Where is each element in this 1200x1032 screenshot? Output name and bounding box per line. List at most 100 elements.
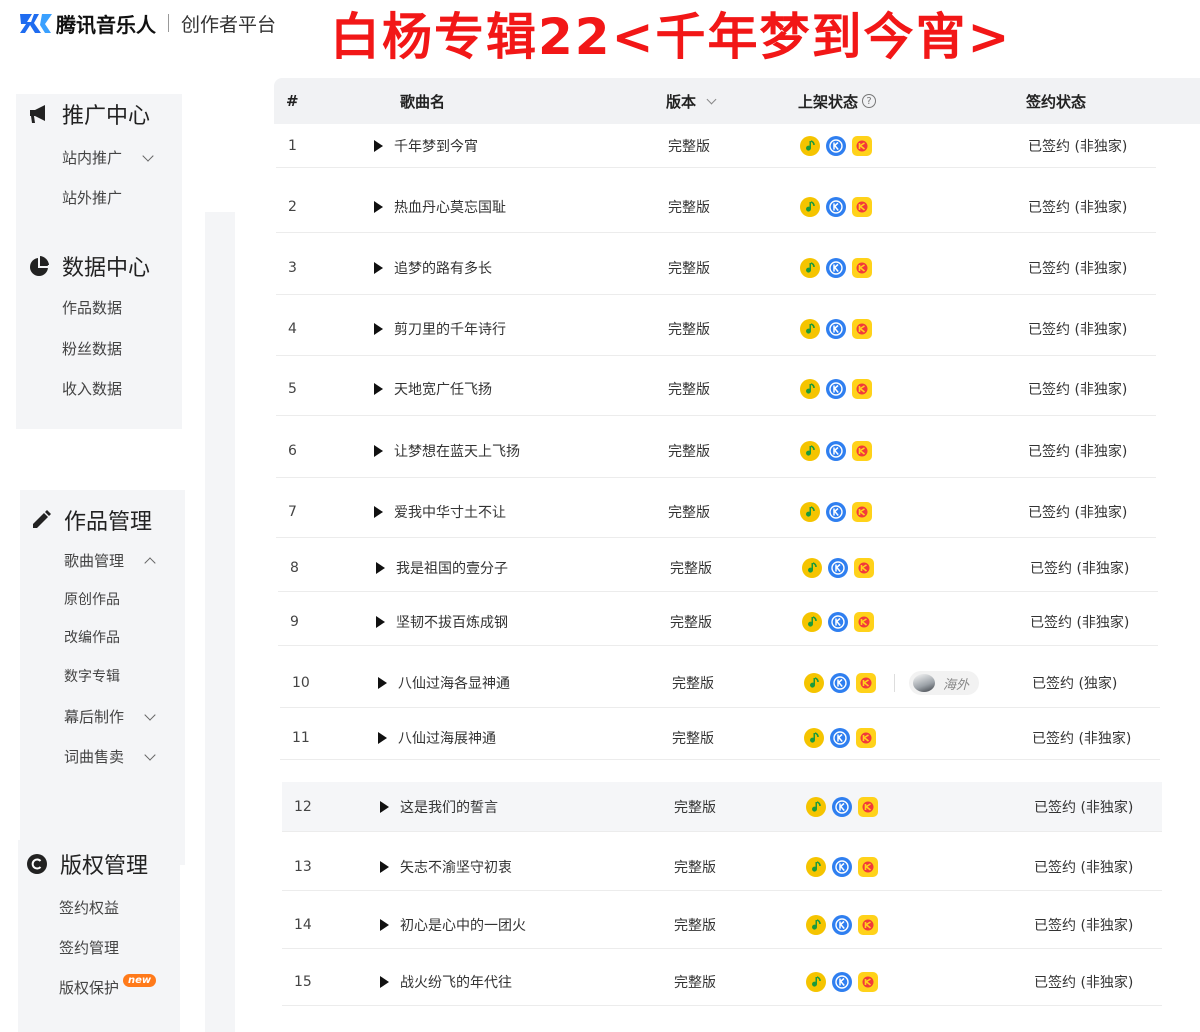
song-name-cell[interactable]: 八仙过海展神通 xyxy=(378,728,496,748)
sidebar-item-digital-album[interactable]: 数字专辑 xyxy=(64,666,120,686)
play-icon[interactable] xyxy=(380,976,389,988)
sidebar-item-copyright-protection[interactable]: 版权保护 new xyxy=(59,974,157,998)
sidebar-item-production[interactable]: 幕后制作 xyxy=(64,706,156,727)
play-icon[interactable] xyxy=(376,562,385,574)
sidebar-scroll-strip xyxy=(205,212,235,1032)
kugou-icon xyxy=(832,972,852,992)
table-row[interactable]: 15 战火纷飞的年代往 完整版 已签约 (非独家) xyxy=(282,958,1162,1006)
table-row[interactable]: 2 热血丹心莫忘国耻 完整版 已签约 (非独家) xyxy=(276,181,1156,233)
chevron-down-icon xyxy=(142,149,154,162)
row-index: 4 xyxy=(288,321,297,337)
play-icon[interactable] xyxy=(374,262,383,274)
kuwo-icon xyxy=(852,379,872,399)
kugou-icon xyxy=(826,379,846,399)
version-cell: 完整版 xyxy=(670,615,712,631)
sidebar-item-lyrics-sale[interactable]: 词曲售卖 xyxy=(64,746,156,767)
sidebar-item-works-data[interactable]: 作品数据 xyxy=(62,297,122,318)
song-name-cell[interactable]: 千年梦到今宵 xyxy=(374,136,478,156)
kugou-icon xyxy=(828,558,848,578)
brand-name: 腾讯音乐人 xyxy=(56,12,156,37)
table-row[interactable]: 5 天地宽广任飞扬 完整版 已签约 (非独家) xyxy=(276,362,1156,416)
table-row[interactable]: 4 剪刀里的千年诗行 完整版 已签约 (非独家) xyxy=(276,302,1156,356)
play-icon[interactable] xyxy=(380,919,389,931)
play-icon[interactable] xyxy=(378,732,387,744)
play-icon[interactable] xyxy=(374,201,383,213)
song-name-cell[interactable]: 这是我们的誓言 xyxy=(380,797,498,817)
sidebar-head-works[interactable]: 作品管理 xyxy=(30,504,152,536)
sidebar-head-promotion[interactable]: 推广中心 xyxy=(28,98,150,130)
status-cell xyxy=(800,197,872,217)
version-cell: 完整版 xyxy=(668,382,710,398)
play-icon[interactable] xyxy=(374,506,383,518)
version-cell: 完整版 xyxy=(670,561,712,577)
table-row[interactable]: 3 追梦的路有多长 完整版 已签约 (非独家) xyxy=(276,241,1156,295)
song-name-cell[interactable]: 矢志不渝坚守初衷 xyxy=(380,857,512,877)
sidebar-head-label: 数据中心 xyxy=(62,256,151,281)
play-icon[interactable] xyxy=(374,140,383,152)
kugou-icon xyxy=(832,915,852,935)
table-row[interactable]: 6 让梦想在蓝天上飞扬 完整版 已签约 (非独家) xyxy=(276,424,1156,478)
table-row[interactable]: 9 坚韧不拔百炼成钢 完整版 已签约 (非独家) xyxy=(278,598,1158,646)
table-row[interactable]: 11 八仙过海展神通 完整版 已签约 (非独家) xyxy=(280,716,1160,760)
sign-status-cell: 已签约 (非独家) xyxy=(1030,561,1130,577)
play-icon[interactable] xyxy=(378,677,387,689)
play-icon[interactable] xyxy=(374,323,383,335)
play-icon[interactable] xyxy=(374,445,383,457)
sign-status-cell: 已签约 (非独家) xyxy=(1028,382,1128,398)
table-row[interactable]: 10 八仙过海各显神通 完整版 海外 已签约 (独家) xyxy=(280,658,1160,708)
sidebar-head-copyright[interactable]: 版权管理 xyxy=(26,848,148,880)
sidebar-item-income-data[interactable]: 收入数据 xyxy=(62,378,122,399)
table-row[interactable]: 12 这是我们的誓言 完整版 已签约 (非独家) xyxy=(282,782,1162,832)
kuwo-icon xyxy=(858,972,878,992)
song-name: 初心是心中的一团火 xyxy=(400,918,526,934)
sidebar-item-original-works[interactable]: 原创作品 xyxy=(64,589,120,609)
kuwo-icon xyxy=(854,558,874,578)
song-name-cell[interactable]: 剪刀里的千年诗行 xyxy=(374,319,506,339)
play-icon[interactable] xyxy=(380,861,389,873)
sidebar-item-sign-management[interactable]: 签约管理 xyxy=(59,937,119,958)
sidebar-item-sign-rights[interactable]: 签约权益 xyxy=(59,897,119,918)
song-name-cell[interactable]: 爱我中华寸土不让 xyxy=(374,502,506,522)
sign-status-cell: 已签约 (独家) xyxy=(1032,676,1118,692)
kugou-icon xyxy=(826,502,846,522)
kuwo-icon xyxy=(854,612,874,632)
song-name-cell[interactable]: 让梦想在蓝天上飞扬 xyxy=(374,441,520,461)
table-row[interactable]: 7 爱我中华寸土不让 完整版 已签约 (非独家) xyxy=(276,486,1156,538)
help-icon[interactable]: ? xyxy=(862,94,877,108)
sidebar-item-song-management[interactable]: 歌曲管理 xyxy=(64,550,156,571)
song-name-cell[interactable]: 战火纷飞的年代往 xyxy=(380,972,512,992)
table-row[interactable]: 8 我是祖国的壹分子 完整版 已签约 (非独家) xyxy=(278,544,1158,592)
song-name-cell[interactable]: 天地宽广任飞扬 xyxy=(374,379,492,399)
brand-logo[interactable]: 腾讯音乐人 创作者平台 xyxy=(18,8,276,38)
sign-status-cell: 已签约 (非独家) xyxy=(1034,975,1134,991)
song-name-cell[interactable]: 坚韧不拔百炼成钢 xyxy=(376,612,508,632)
row-index: 11 xyxy=(292,730,310,746)
sidebar-head-data[interactable]: 数据中心 xyxy=(28,250,150,282)
song-name-cell[interactable]: 热血丹心莫忘国耻 xyxy=(374,197,506,217)
song-name-cell[interactable]: 八仙过海各显神通 xyxy=(378,673,510,693)
sidebar-item-label: 幕后制作 xyxy=(64,708,125,726)
version-cell: 完整版 xyxy=(668,322,710,338)
sidebar-item-onsite-promo[interactable]: 站内推广 xyxy=(62,147,154,168)
col-version[interactable]: 版本 xyxy=(666,78,717,124)
song-name-cell[interactable]: 初心是心中的一团火 xyxy=(380,915,526,935)
row-index: 8 xyxy=(290,560,299,576)
play-icon[interactable] xyxy=(374,383,383,395)
sidebar-item-offsite-promo[interactable]: 站外推广 xyxy=(62,187,122,208)
play-icon[interactable] xyxy=(376,616,385,628)
song-name: 爱我中华寸土不让 xyxy=(394,505,506,521)
table-row[interactable]: 13 矢志不渝坚守初衷 完整版 已签约 (非独家) xyxy=(282,843,1162,891)
song-name: 我是祖国的壹分子 xyxy=(396,561,508,577)
sidebar-item-adapted-works[interactable]: 改编作品 xyxy=(64,627,120,647)
sidebar-item-fans-data[interactable]: 粉丝数据 xyxy=(62,338,122,359)
megaphone-icon xyxy=(28,103,50,125)
qq-music-icon xyxy=(800,258,820,278)
sidebar-item-label: 粉丝数据 xyxy=(62,340,123,358)
table-row[interactable]: 14 初心是心中的一团火 完整版 已签约 (非独家) xyxy=(282,901,1162,949)
sidebar-head-label: 作品管理 xyxy=(64,510,153,535)
sidebar-item-label: 签约权益 xyxy=(59,899,120,917)
song-name-cell[interactable]: 追梦的路有多长 xyxy=(374,258,492,278)
song-name-cell[interactable]: 我是祖国的壹分子 xyxy=(376,558,508,578)
table-row[interactable]: 1 千年梦到今宵 完整版 已签约 (非独家) xyxy=(276,124,1156,168)
play-icon[interactable] xyxy=(380,801,389,813)
